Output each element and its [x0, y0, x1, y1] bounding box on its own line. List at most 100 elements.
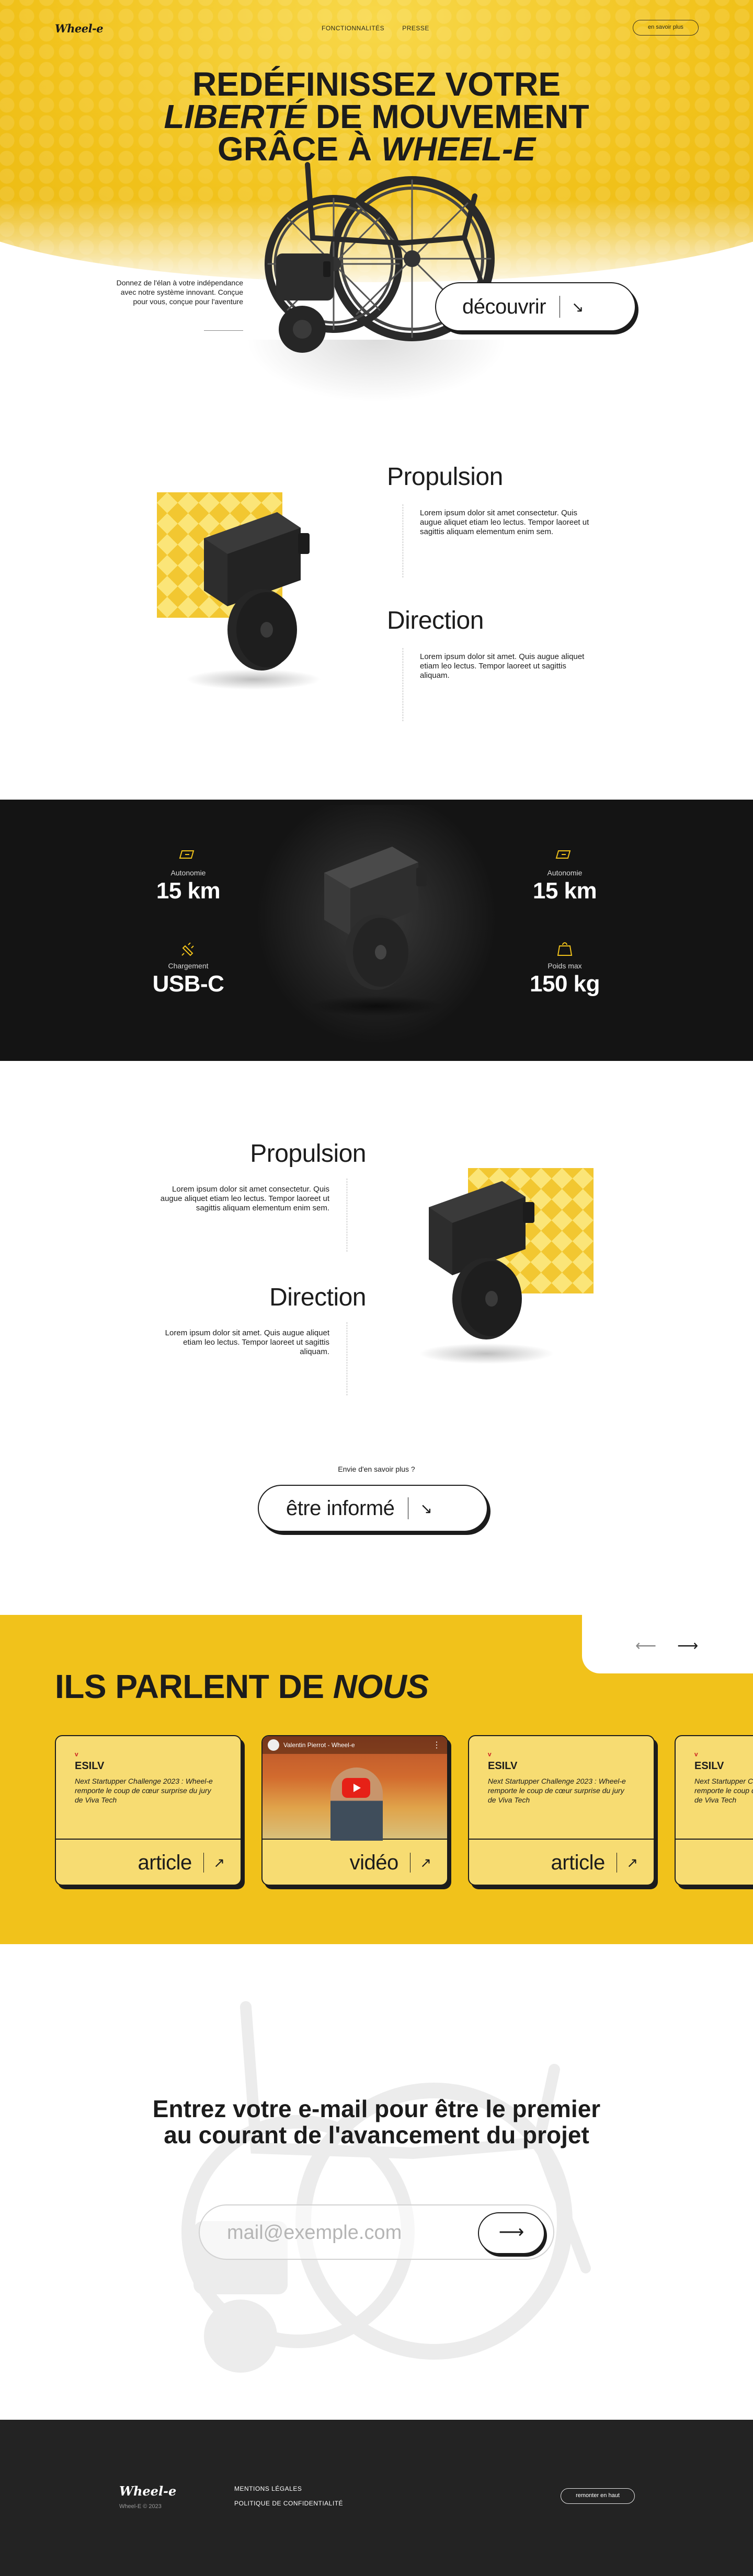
- footer-link-privacy[interactable]: POLITIQUE DE CONFIDENTIALITÉ: [234, 2500, 343, 2507]
- feature-direction-text: Lorem ipsum dolor sit amet. Quis augue a…: [420, 652, 585, 680]
- press-card-video[interactable]: Valentin Pierrot - Wheel-e ⋮ vidéo ↗: [261, 1735, 448, 1886]
- channel-avatar: [268, 1739, 279, 1751]
- arrow-up-right-icon: ↗: [213, 1854, 225, 1870]
- feature-propulsion-title: Propulsion: [250, 1140, 366, 1168]
- more-options-icon[interactable]: ⋮: [432, 1740, 441, 1750]
- arrow-down-right-icon: ↘: [420, 1500, 432, 1517]
- hero-description-divider: [204, 330, 243, 331]
- spec-autonomy-2: Autonomie 15 km: [502, 847, 628, 904]
- press-card-footer: vidéo ↗: [263, 1840, 447, 1885]
- discover-button-label: découvrir: [462, 295, 546, 318]
- press-card-separator: [203, 1853, 204, 1873]
- press-card-content: ᵛ ESILV Next Startupper Challenge 2023 :…: [469, 1736, 654, 1840]
- play-button-icon[interactable]: [342, 1778, 370, 1798]
- hero-description: Donnez de l'élan à votre indépendance av…: [116, 279, 243, 306]
- press-source: ESILV: [488, 1760, 518, 1772]
- footer-copyright: Wheel-E © 2023: [119, 2503, 162, 2510]
- feature-direction-text: Lorem ipsum dolor sit amet. Quis augue a…: [165, 1329, 329, 1356]
- esilv-logo-mark: ᵛ: [488, 1750, 492, 1761]
- video-title: Valentin Pierrot - Wheel-e: [283, 1741, 355, 1749]
- newsletter-form: ⟶: [199, 2204, 554, 2260]
- spec-label: Autonomie: [547, 869, 583, 877]
- hero-title-line-1: REDÉFINISSEZ VOTRE: [192, 65, 561, 103]
- propulsion-module-image: [204, 512, 310, 671]
- press-card-separator: [616, 1853, 618, 1873]
- press-card-footer: article ↗: [469, 1840, 654, 1885]
- arrow-left-icon[interactable]: ⟵: [635, 1637, 656, 1654]
- press-card-footer: article ↗: [676, 1840, 753, 1885]
- email-field[interactable]: [227, 2218, 467, 2247]
- spec-label: Chargement: [168, 962, 209, 970]
- footer: Wheel-e Wheel-E © 2023 MENTIONS LÉGALES …: [0, 2420, 753, 2576]
- direction-module-image: [429, 1181, 534, 1339]
- press-source: ESILV: [694, 1760, 724, 1772]
- hero-title-line-2: LIBERTÉ DE MOUVEMENT: [0, 100, 753, 133]
- spec-label: Poids max: [547, 962, 582, 970]
- spec-label: Autonomie: [170, 869, 206, 877]
- press-card-label: article: [551, 1851, 606, 1874]
- footer-links: MENTIONS LÉGALES POLITIQUE DE CONFIDENTI…: [234, 2485, 343, 2514]
- press-source: ESILV: [75, 1760, 105, 1772]
- video-title-bar: Valentin Pierrot - Wheel-e ⋮: [263, 1736, 447, 1754]
- press-card-separator: [409, 1853, 411, 1873]
- press-card-article[interactable]: ᵛ ESILV Next Startupper Challenge 2023 :…: [55, 1735, 242, 1886]
- wheelchair-background-image: [181, 2001, 591, 2373]
- battery-icon: [502, 847, 628, 868]
- arrow-down-right-icon: ↘: [572, 298, 584, 315]
- newsletter-title: Entrez votre e-mail pour être le premier…: [152, 2095, 601, 2148]
- discover-button[interactable]: découvrir ↘: [435, 282, 636, 331]
- press-section: ⟵ ⟶ ILS PARLENT DE NOUS ᵛ ESILV Next Sta…: [0, 1615, 753, 1944]
- press-card-text: Next Startupper Challenge 2023 : Wheel-e…: [75, 1777, 213, 1804]
- footer-logo[interactable]: Wheel-e: [119, 2483, 176, 2499]
- nav-link-fonctionnalites[interactable]: FONCTIONNALITÉS: [322, 25, 384, 32]
- press-card-article[interactable]: ᵛ ESILV Next Startupper Challenge 2023 :…: [468, 1735, 655, 1886]
- feature-propulsion-title: Propulsion: [387, 463, 503, 491]
- esilv-logo-mark: ᵛ: [75, 1750, 78, 1761]
- press-cards: ᵛ ESILV Next Startupper Challenge 2023 :…: [55, 1735, 753, 1886]
- press-title-bold: NOUS: [333, 1668, 429, 1705]
- press-card-text: Next Startupper Challenge 2023 : Wheel-e…: [694, 1777, 753, 1804]
- spec-max-weight: Poids max 150 kg: [502, 940, 628, 997]
- learn-more-button[interactable]: en savoir plus: [633, 20, 699, 36]
- press-card-label: vidéo: [349, 1851, 399, 1874]
- video-thumbnail[interactable]: Valentin Pierrot - Wheel-e ⋮: [263, 1736, 447, 1841]
- arrow-up-right-icon: ↗: [420, 1854, 431, 1870]
- spec-charging: Chargement USB-C: [126, 940, 251, 997]
- esilv-logo-mark: ᵛ: [694, 1750, 698, 1761]
- nav-link-presse[interactable]: PRESSE: [402, 25, 429, 32]
- spec-value: 15 km: [532, 878, 597, 904]
- learn-more-question: Envie d'en savoir plus ?: [338, 1465, 415, 1473]
- plug-icon: [126, 940, 251, 961]
- press-title: ILS PARLENT DE NOUS: [55, 1667, 429, 1706]
- newsletter-submit-button[interactable]: ⟶: [478, 2212, 545, 2254]
- feature-propulsion-text: Lorem ipsum dolor sit amet consectetur. …: [420, 509, 589, 536]
- module-shadow: [418, 1343, 554, 1364]
- feature-direction-title: Direction: [387, 607, 484, 634]
- wheel-e-logo[interactable]: Wheel-e: [55, 22, 104, 35]
- spec-autonomy: Autonomie 15 km: [126, 847, 251, 904]
- press-title-start: ILS PARLENT DE: [55, 1668, 333, 1705]
- press-card-content: ᵛ ESILV Next Startupper Challenge 2023 :…: [676, 1736, 753, 1840]
- back-to-top-button[interactable]: remonter en haut: [561, 2488, 635, 2504]
- get-informed-button-label: être informé: [286, 1496, 395, 1520]
- features-section-b: Propulsion Lorem ipsum dolor sit amet co…: [0, 1061, 753, 1532]
- press-card-text: Next Startupper Challenge 2023 : Wheel-e…: [488, 1777, 626, 1804]
- hero-section: Wheel-e FONCTIONNALITÉS PRESSE en savoir…: [0, 0, 753, 402]
- arrow-right-icon[interactable]: ⟶: [677, 1637, 698, 1654]
- feature-direction-title: Direction: [269, 1284, 366, 1311]
- press-card-content: ᵛ ESILV Next Startupper Challenge 2023 :…: [56, 1736, 241, 1840]
- module-shadow: [309, 996, 444, 1016]
- spec-value: 15 km: [156, 878, 221, 904]
- press-card-article[interactable]: ᵛ ESILV Next Startupper Challenge 2023 :…: [675, 1735, 753, 1886]
- battery-icon: [126, 847, 251, 868]
- get-informed-button[interactable]: être informé ↘: [258, 1485, 488, 1532]
- specs-section: Autonomie 15 km Chargement USB-C Autonom…: [0, 800, 753, 1061]
- press-card-label: article: [138, 1851, 192, 1874]
- spec-value: USB-C: [152, 971, 224, 997]
- weight-icon: [502, 940, 628, 961]
- arrow-up-right-icon: ↗: [626, 1854, 638, 1870]
- spec-value: 150 kg: [530, 971, 600, 997]
- footer-link-legal[interactable]: MENTIONS LÉGALES: [234, 2485, 343, 2492]
- nav-links: FONCTIONNALITÉS PRESSE: [322, 25, 429, 32]
- newsletter-section: Entrez votre e-mail pour être le premier…: [0, 1944, 753, 2420]
